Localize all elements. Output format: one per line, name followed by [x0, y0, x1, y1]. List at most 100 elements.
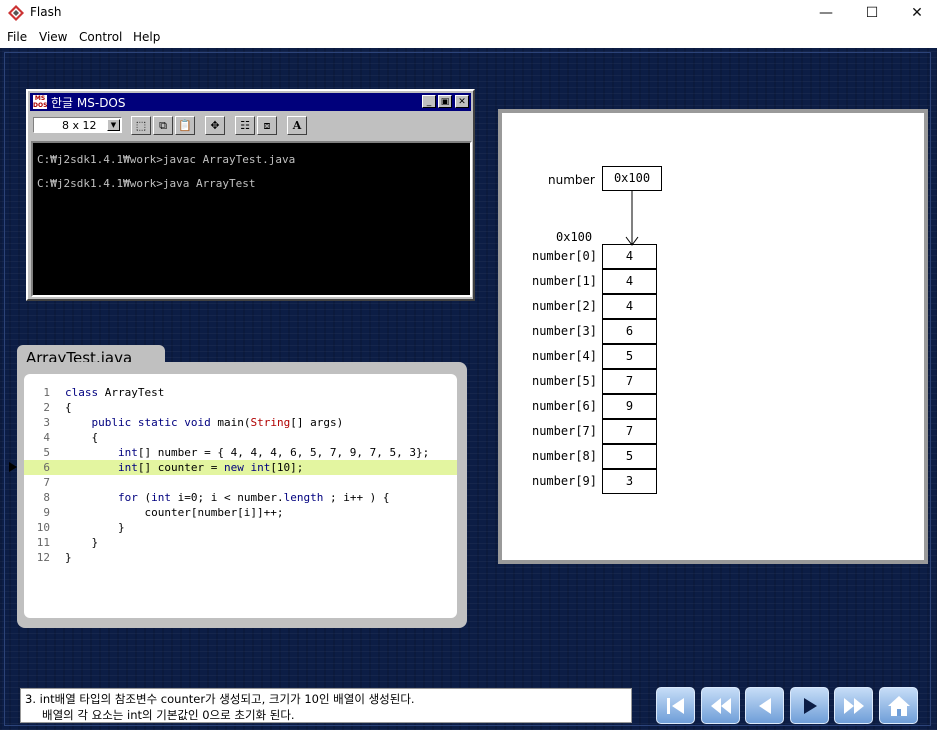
code-text: int[] counter = new int[10]; — [117, 461, 304, 474]
code-text: } — [65, 551, 72, 564]
code-line: 1 class ArrayTest — [24, 385, 457, 400]
array-cell: 4 — [602, 294, 657, 319]
caption-line-2: 배열의 각 요소는 int의 기본값인 0으로 초기화 된다. — [42, 708, 295, 722]
code-panel: 1 class ArrayTest 2{ 3 public static void… — [17, 362, 467, 628]
code-text: } — [65, 536, 99, 549]
code-text: int[] number = { 4, 4, 4, 6, 5, 7, 9, 7,… — [117, 446, 430, 459]
array-cell: 4 — [602, 244, 657, 269]
menu-control[interactable]: Control — [79, 30, 122, 44]
rewind-button[interactable] — [701, 687, 740, 724]
first-icon — [667, 698, 684, 714]
msdos-minimize-button[interactable]: _ — [422, 95, 436, 108]
code-text: for (int i=0; i < number.length ; i++ ) … — [117, 491, 390, 504]
menu-view[interactable]: View — [39, 30, 67, 44]
array-index-label: number[4] — [531, 349, 597, 363]
array-index-label: number[0] — [531, 249, 597, 263]
code-text: counter[number[i]]++; — [65, 506, 284, 519]
array-index-label: number[2] — [531, 299, 597, 313]
line-number: 9 — [43, 506, 50, 519]
flash-app-icon — [8, 5, 24, 21]
line-number: 12 — [36, 551, 50, 564]
menu-bar: File View Control Help — [0, 26, 937, 48]
caption-line-1: 3. int배열 타입의 참조변수 counter가 생성되고, 크기가 10인… — [25, 692, 415, 706]
previous-step-button[interactable] — [745, 687, 784, 724]
mark-icon[interactable]: ⬚ — [131, 116, 151, 135]
line-number: 8 — [43, 491, 50, 504]
console-line: C:₩j2sdk1.4.1₩work>java ArrayTest — [37, 177, 256, 190]
home-icon — [888, 696, 910, 716]
minimize-button[interactable]: — — [803, 0, 849, 26]
array-index-label: number[9] — [531, 474, 597, 488]
array-address-label: 0x100 — [556, 230, 593, 244]
code-text: class ArrayTest — [65, 386, 165, 399]
array-cell: 6 — [602, 319, 657, 344]
menu-help[interactable]: Help — [133, 30, 160, 44]
font-size-select[interactable]: 8 x 12 ▼ — [33, 117, 122, 133]
code-line: 8 for (int i=0; i < number.length ; i++ … — [24, 490, 457, 505]
memory-diagram: number 0x100 0x100 number[0] 4 number[1] 4 n… — [498, 109, 928, 564]
current-line-arrow-icon — [9, 462, 17, 472]
array-index-label: number[6] — [531, 399, 597, 413]
background-icon[interactable]: ⧈ — [257, 116, 277, 135]
code-line: 2{ — [24, 400, 457, 415]
menu-file[interactable]: File — [7, 30, 27, 44]
properties-icon[interactable]: ☷ — [235, 116, 255, 135]
code-text: { — [65, 401, 72, 414]
line-number: 4 — [43, 431, 50, 444]
code-text: } — [65, 521, 125, 534]
array-index-label: number[1] — [531, 274, 597, 288]
line-number: 2 — [43, 401, 50, 414]
line-number: 10 — [36, 521, 50, 534]
copy-icon[interactable]: ⧉ — [153, 116, 173, 135]
fast-forward-button[interactable] — [834, 687, 873, 724]
code-line: 10 } — [24, 520, 457, 535]
array-index-label: number[7] — [531, 424, 597, 438]
msdos-titlebar: MS DOS 한글 MS-DOS _ ▣ ✕ — [30, 93, 471, 111]
maximize-button[interactable]: ☐ — [849, 0, 895, 26]
line-number: 1 — [43, 386, 50, 399]
font-icon[interactable]: A — [287, 116, 307, 135]
reference-variable-box: 0x100 — [602, 166, 662, 191]
line-number: 3 — [43, 416, 50, 429]
msdos-title: 한글 MS-DOS — [51, 96, 126, 110]
step-caption: 3. int배열 타입의 참조변수 counter가 생성되고, 크기가 10인… — [20, 688, 632, 723]
array-cell: 7 — [602, 419, 657, 444]
next-step-button[interactable] — [790, 687, 829, 724]
code-text: { — [65, 431, 99, 444]
code-line: 5 int[] number = { 4, 4, 4, 6, 5, 7, 9, … — [24, 445, 457, 460]
array-index-label: number[8] — [531, 449, 597, 463]
array-cell: 5 — [602, 344, 657, 369]
code-view: 1 class ArrayTest 2{ 3 public static void… — [24, 374, 457, 618]
code-line: 12} — [24, 550, 457, 565]
fullscreen-icon[interactable]: ✥ — [205, 116, 225, 135]
reference-variable-label: number — [548, 173, 595, 187]
array-index-label: number[3] — [531, 324, 597, 338]
array-cell: 9 — [602, 394, 657, 419]
line-number: 11 — [36, 536, 50, 549]
msdos-toolbar: 8 x 12 ▼ ⬚ ⧉ 📋 ✥ ☷ ⧈ A — [30, 113, 471, 139]
close-button[interactable]: ✕ — [894, 0, 937, 26]
array-index-label: number[5] — [531, 374, 597, 388]
forward-icon — [844, 698, 864, 714]
code-line: 9 counter[number[i]]++; — [24, 505, 457, 520]
code-text: public static void main(String[] args) — [91, 416, 344, 429]
msdos-close-button[interactable]: ✕ — [455, 95, 469, 108]
array-cell: 4 — [602, 269, 657, 294]
code-line-current: 6 int[] counter = new int[10]; — [24, 460, 457, 475]
code-line: 11 } — [24, 535, 457, 550]
msdos-window: MS DOS 한글 MS-DOS _ ▣ ✕ 8 x 12 ▼ ⬚ ⧉ 📋 ✥ … — [26, 89, 475, 301]
line-number: 5 — [43, 446, 50, 459]
window-title: Flash — [30, 5, 62, 19]
rewind-icon — [711, 698, 731, 714]
paste-icon[interactable]: 📋 — [175, 116, 195, 135]
array-cell: 7 — [602, 369, 657, 394]
msdos-restore-button[interactable]: ▣ — [438, 95, 452, 108]
line-number: 7 — [43, 476, 50, 489]
home-button[interactable] — [879, 687, 918, 724]
first-step-button[interactable] — [656, 687, 695, 724]
console-line: C:₩j2sdk1.4.1₩work>javac ArrayTest.java — [37, 153, 296, 166]
array-cell: 3 — [602, 469, 657, 494]
line-number: 6 — [43, 461, 50, 474]
code-line: 4 { — [24, 430, 457, 445]
chevron-down-icon[interactable]: ▼ — [107, 119, 120, 131]
